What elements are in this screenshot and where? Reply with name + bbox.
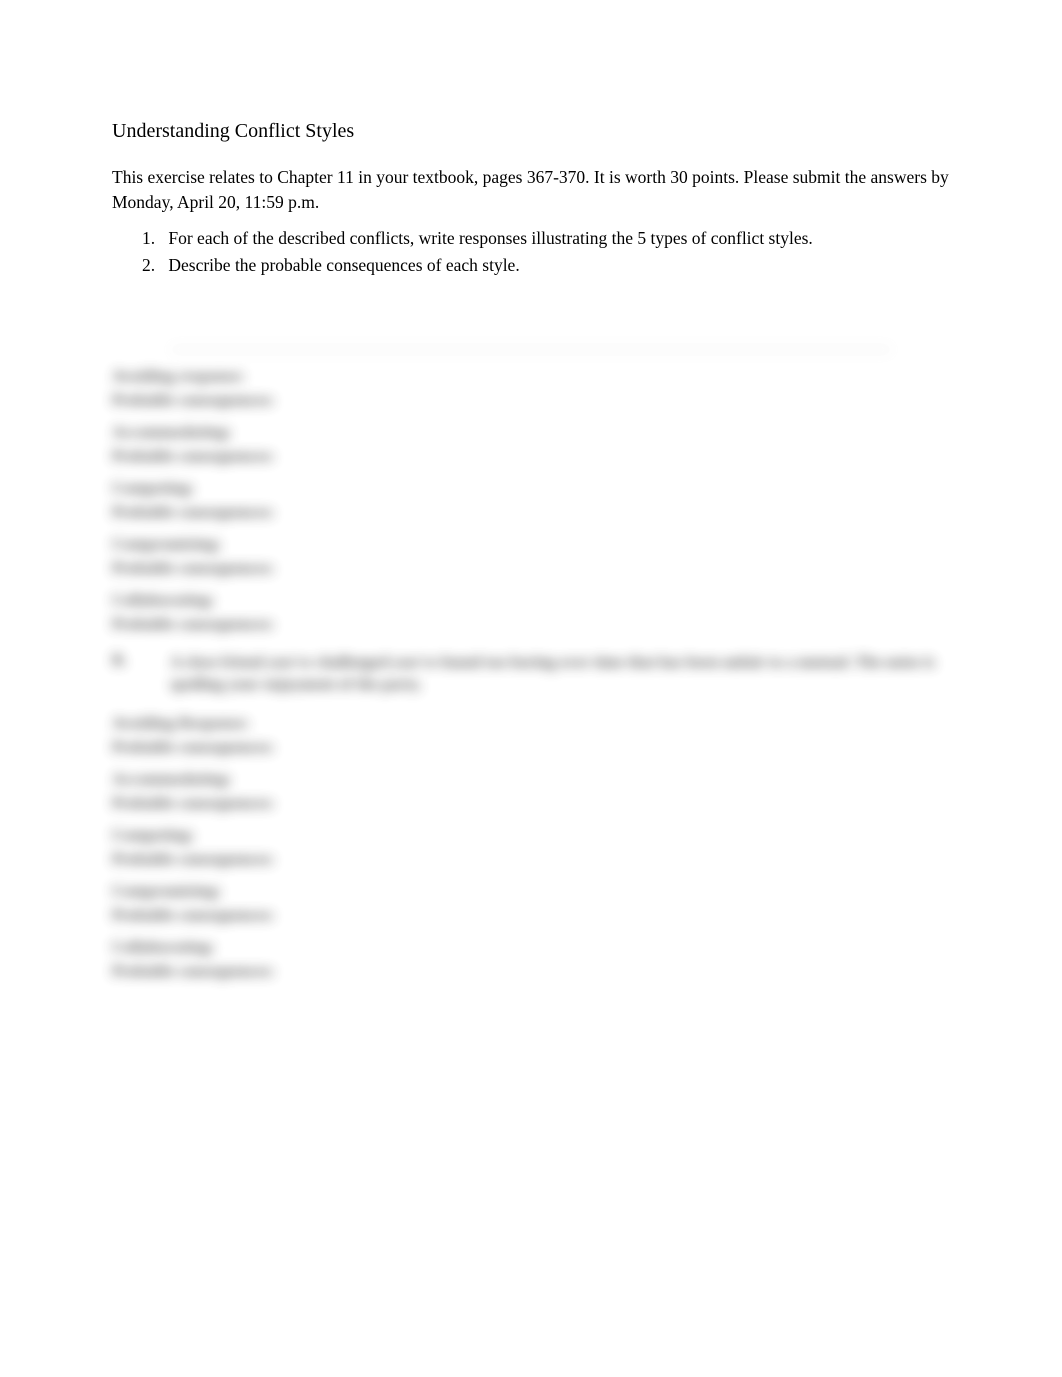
intro-paragraph: This exercise relates to Chapter 11 in y… [112, 165, 950, 214]
compromising-label: Compromising: [112, 536, 950, 554]
avoiding-label-2: Avoiding Response: [112, 715, 950, 733]
consequence-label: Probable consequences: [112, 907, 950, 925]
consequence-label: Probable consequences: [112, 504, 950, 522]
competing-label: Competing: [112, 480, 950, 498]
consequence-label: Probable consequences: [112, 851, 950, 869]
consequence-label: Probable consequences: [112, 739, 950, 757]
scenario-b: B. A close friend you've challenged you'… [112, 652, 950, 697]
document-page: Understanding Conflict Styles This exerc… [0, 0, 1062, 981]
instructions-list: 1. For each of the described conflicts, … [112, 226, 950, 279]
instruction-2-mid: probable consequences [261, 255, 423, 275]
consequence-label: Probable consequences: [112, 795, 950, 813]
scenario-letter: B. [112, 652, 170, 697]
competing-label-2: Competing: [112, 827, 950, 845]
accommodating-label-2: Accommodating: [112, 771, 950, 789]
instruction-2-suffix: of each style. [423, 255, 520, 275]
accommodating-label: Accommodating: [112, 424, 950, 442]
list-number-2: 2. [142, 253, 164, 278]
divider-line [172, 349, 890, 350]
compromising-label-2: Compromising: [112, 883, 950, 901]
avoiding-label: Avoiding response: [112, 368, 950, 386]
list-number-1: 1. [142, 226, 164, 251]
instruction-2-prefix: Describe the [168, 255, 260, 275]
consequence-label: Probable consequences: [112, 392, 950, 410]
consequence-label: Probable consequences: [112, 448, 950, 466]
instruction-1-text: For each of the described conflicts, wri… [168, 228, 812, 248]
scenario-text: A close friend you've challenged you've … [170, 652, 950, 697]
consequence-label: Probable consequences: [112, 963, 950, 981]
blurred-content: Avoiding response: Probable consequences… [112, 349, 950, 981]
collaborating-label-2: Collaborating: [112, 939, 950, 957]
consequence-label: Probable consequences: [112, 616, 950, 634]
instruction-item-2: 2. Describe the probable consequences of… [142, 253, 950, 278]
page-title: Understanding Conflict Styles [112, 120, 950, 143]
consequence-label: Probable consequences: [112, 560, 950, 578]
instruction-item-1: 1. For each of the described conflicts, … [142, 226, 950, 251]
collaborating-label: Collaborating: [112, 592, 950, 610]
